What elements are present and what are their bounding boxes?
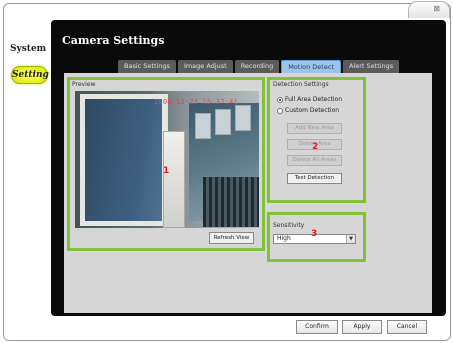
sidebar-item-setting[interactable]: Setting <box>11 66 49 84</box>
tab-basic-settings[interactable]: Basic Settings <box>118 60 176 73</box>
close-button[interactable]: ⊠ <box>408 1 450 18</box>
close-icon: ⊠ <box>433 4 440 13</box>
refresh-view-button[interactable]: Refresh View <box>209 232 254 244</box>
page-title: Camera Settings <box>62 34 165 47</box>
cancel-button[interactable]: Cancel <box>387 320 427 334</box>
camera-timestamp: 2008-12-23 15:37:41 <box>154 98 238 106</box>
callout-marker-1: 1 <box>163 166 170 176</box>
tab-recording[interactable]: Recording <box>234 60 280 73</box>
confirm-button[interactable]: Confirm <box>296 320 338 334</box>
custom-detection-label: Custom Detection <box>285 107 340 114</box>
tab-bar: Basic Settings Image Adjust Recording Mo… <box>118 60 400 73</box>
preview-label: Preview <box>72 81 96 88</box>
sidebar-item-system[interactable]: System <box>10 44 46 54</box>
tab-image-adjust[interactable]: Image Adjust <box>177 60 233 73</box>
radio-unselected-icon <box>277 107 283 114</box>
test-detection-button[interactable]: Test Detection <box>287 173 342 184</box>
chevron-down-icon: ▼ <box>346 235 355 243</box>
tab-motion-detect[interactable]: Motion Detect <box>281 60 341 73</box>
full-area-detection-radio[interactable]: Full Area Detection <box>277 96 342 103</box>
sensitivity-label: Sensitivity <box>273 222 305 229</box>
full-area-detection-label: Full Area Detection <box>285 96 343 103</box>
apply-button[interactable]: Apply <box>342 320 382 334</box>
callout-marker-3: 3 <box>311 229 318 239</box>
sensitivity-value: High <box>277 235 291 242</box>
radio-selected-icon <box>277 96 283 103</box>
detection-settings-label: Detection Settings <box>273 81 329 88</box>
callout-marker-2: 2 <box>312 142 319 152</box>
tab-alert-settings[interactable]: Alert Settings <box>342 60 400 73</box>
delete-all-areas-button[interactable]: Delete All Areas <box>287 155 342 166</box>
add-new-area-button[interactable]: Add New Area <box>287 123 342 134</box>
camera-preview-image <box>75 91 259 228</box>
custom-detection-radio[interactable]: Custom Detection <box>277 107 339 114</box>
